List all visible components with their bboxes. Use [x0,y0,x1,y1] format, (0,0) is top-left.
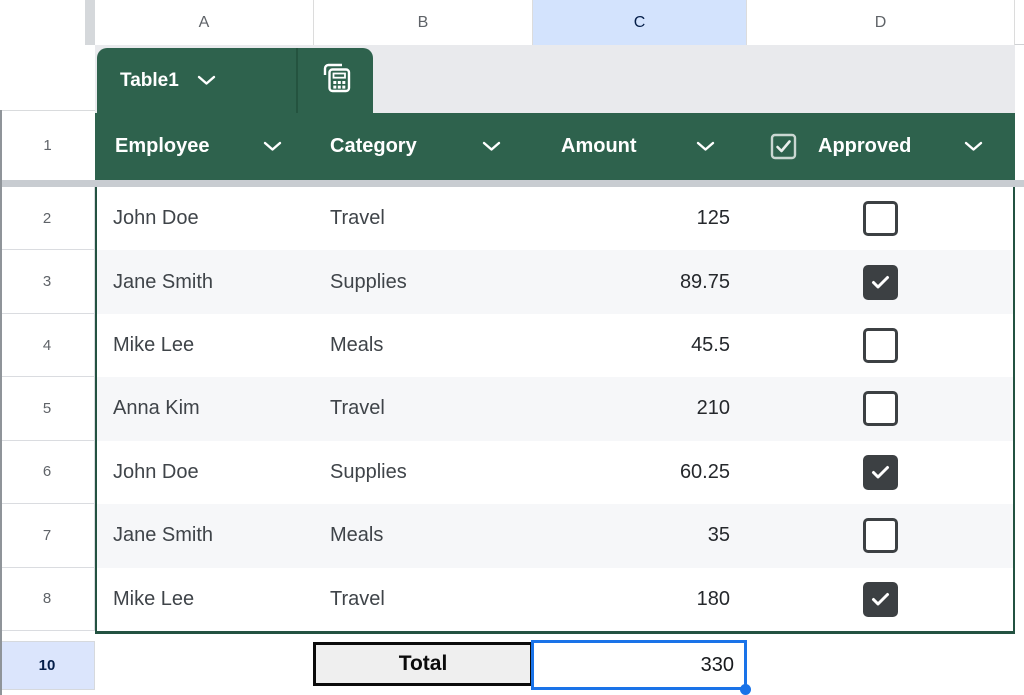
header-amount-label: Amount [561,135,637,158]
row-header-7[interactable]: 7 [0,504,94,567]
column-header-strip: A B C D [0,0,1024,45]
column-header-c-selected[interactable]: C [533,0,747,45]
cell-employee[interactable]: Jane Smith [97,250,314,313]
table-row-6: John DoeSupplies60.25 [97,441,1013,504]
header-approved-dropdown[interactable]: Approved [747,113,1015,180]
checkbox-checked[interactable] [863,265,898,300]
table-name-menu[interactable]: Table1 [97,48,296,113]
checkbox-unchecked[interactable] [863,201,898,236]
table-tab[interactable]: Table1 [97,48,373,113]
checkbox-unchecked[interactable] [863,391,898,426]
frozen-column-divider [0,110,2,695]
total-label-cell[interactable]: Total [313,642,533,686]
frozen-row-divider[interactable] [0,180,1024,187]
row-header-3[interactable]: 3 [0,250,94,313]
table-header-row: Employee Category Amount Appr [95,113,1015,180]
chevron-down-icon[interactable] [263,141,282,152]
table-row-2: John DoeTravel125 [97,187,1013,250]
cell-category[interactable]: Meals [314,504,533,567]
chevron-down-icon[interactable] [696,141,715,152]
cell-approved[interactable] [747,441,1013,504]
row-header-6[interactable]: 6 [0,441,94,504]
cell-employee[interactable]: Mike Lee [97,568,314,631]
cell-approved[interactable] [747,377,1013,440]
cell-employee[interactable]: Jane Smith [97,504,314,567]
checkbox-unchecked[interactable] [863,328,898,363]
row-header-5[interactable]: 5 [0,377,94,440]
header-category-dropdown[interactable]: Category [314,113,533,180]
table-row-3: Jane SmithSupplies89.75 [97,250,1013,313]
cell-amount[interactable]: 210 [533,377,747,440]
row-header-4[interactable]: 4 [0,314,94,377]
cell-amount[interactable]: 60.25 [533,441,747,504]
selected-cell-total-value[interactable]: 330 [531,640,747,690]
table-name-label: Table1 [120,70,179,92]
cell-category[interactable]: Travel [314,377,533,440]
cell-category[interactable]: Supplies [314,250,533,313]
cell-approved[interactable] [747,504,1013,567]
row-header-1[interactable]: 1 [0,110,95,180]
chevron-down-icon[interactable] [964,141,983,152]
header-employee-label: Employee [115,135,209,158]
table-options-button[interactable] [298,48,373,113]
column-header-b[interactable]: B [314,0,533,45]
cell-employee[interactable]: Mike Lee [97,314,314,377]
row-header-8[interactable]: 8 [0,568,94,631]
chevron-down-icon[interactable] [482,141,501,152]
cell-category[interactable]: Supplies [314,441,533,504]
cell-approved[interactable] [747,250,1013,313]
cell-approved[interactable] [747,568,1013,631]
table-row-4: Mike LeeMeals45.5 [97,314,1013,377]
cell-amount[interactable]: 45.5 [533,314,747,377]
select-all-corner[interactable] [0,0,85,45]
header-approved-label: Approved [818,135,911,158]
cell-amount[interactable]: 125 [533,187,747,250]
cell-approved[interactable] [747,314,1013,377]
gutter-divider [85,0,95,45]
header-amount-dropdown[interactable]: Amount [533,113,747,180]
cell-approved[interactable] [747,187,1013,250]
table-body: John DoeTravel125Jane SmithSupplies89.75… [95,187,1015,631]
checkbox-type-icon [770,133,797,160]
cell-category[interactable]: Meals [314,314,533,377]
table-row-7: Jane SmithMeals35 [97,504,1013,567]
cell-employee[interactable]: Anna Kim [97,377,314,440]
cell-amount[interactable]: 180 [533,568,747,631]
calculator-icon [317,60,355,101]
cell-employee[interactable]: John Doe [97,187,314,250]
table-bottom-border [95,631,1015,634]
cell-employee[interactable]: John Doe [97,441,314,504]
fill-handle[interactable] [740,684,751,695]
cell-category[interactable]: Travel [314,187,533,250]
row-header-10-selected[interactable]: 10 [0,641,95,690]
header-category-label: Category [330,135,417,158]
column-header-d[interactable]: D [747,0,1015,45]
chevron-down-icon [197,75,216,86]
cell-amount[interactable]: 35 [533,504,747,567]
checkbox-unchecked[interactable] [863,518,898,553]
cell-amount[interactable]: 89.75 [533,250,747,313]
checkbox-checked[interactable] [863,582,898,617]
row-header-2[interactable]: 2 [0,187,94,250]
table-row-8: Mike LeeTravel180 [97,568,1013,631]
cell-category[interactable]: Travel [314,568,533,631]
checkbox-checked[interactable] [863,455,898,490]
header-employee-dropdown[interactable]: Employee [95,113,314,180]
table-row-5: Anna KimTravel210 [97,377,1013,440]
spreadsheet-screen: A B C D Table1 [0,0,1024,695]
gutter-rows: 2345678 [0,187,95,631]
column-header-a[interactable]: A [95,0,314,45]
